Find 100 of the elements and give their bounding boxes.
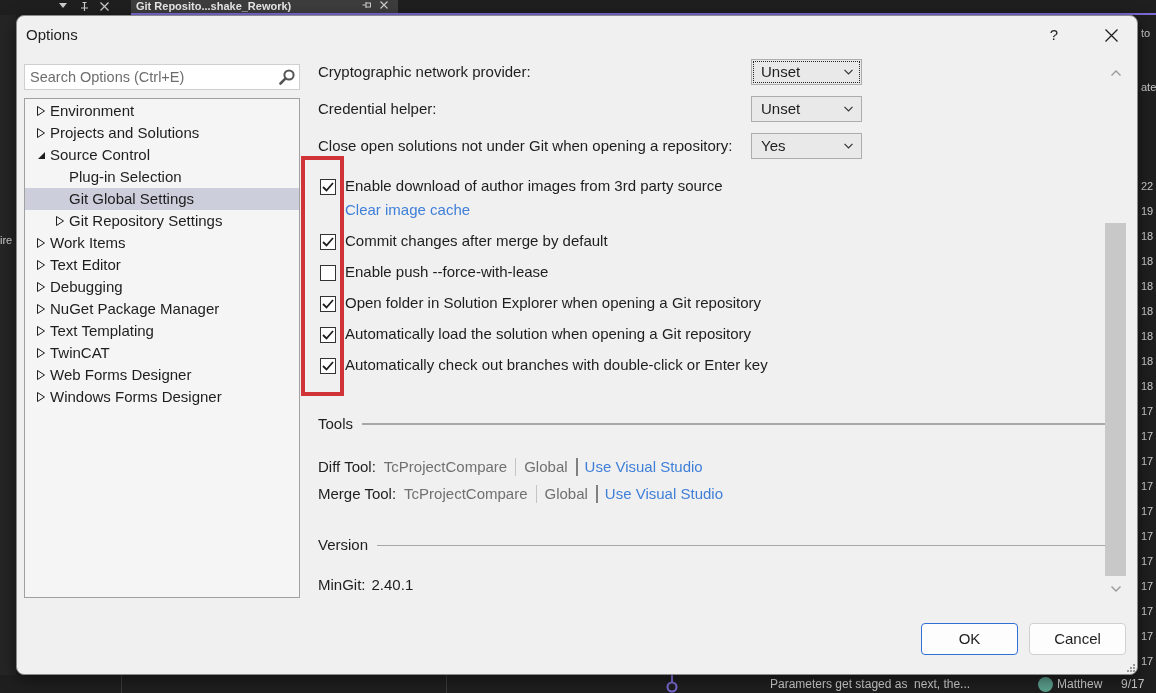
tool-scope: Global — [544, 483, 588, 504]
setting-label: Close open solutions not under Git when opening a repository: — [318, 135, 734, 156]
document-tab[interactable]: Git Reposito...shake_Rework) — [131, 0, 398, 13]
table-cell-text: 17 — [1141, 654, 1155, 669]
tool-name: TcProjectCompare — [383, 456, 508, 477]
tree-item[interactable]: Plug-in Selection — [25, 166, 299, 188]
table-cell-text: 17 — [1141, 504, 1155, 519]
tree-item[interactable]: Source Control — [25, 144, 299, 166]
collapsed-arrow-icon[interactable] — [37, 348, 45, 358]
version-label: MinGit: — [318, 574, 366, 595]
tree-item[interactable]: Work Items — [25, 232, 299, 254]
table-cell-text: 17 — [1141, 404, 1155, 419]
tree-item[interactable]: Environment — [25, 100, 299, 122]
help-button[interactable]: ? — [1032, 20, 1076, 50]
resize-grip-icon[interactable] — [1126, 663, 1135, 672]
avatar-icon — [1038, 676, 1053, 692]
chevron-down-icon[interactable] — [59, 3, 67, 8]
collapsed-arrow-icon[interactable] — [37, 326, 45, 336]
chevron-down-icon — [844, 106, 853, 112]
close-icon — [1104, 28, 1118, 42]
table-cell-text: 19 — [1141, 204, 1155, 219]
section-heading: Version — [318, 534, 369, 555]
table-cell-text: 18 — [1141, 229, 1155, 244]
dropdown[interactable]: Yes — [751, 133, 862, 159]
checkbox[interactable] — [320, 295, 336, 312]
setting-label: Credential helper: — [318, 98, 438, 119]
checkbox-label: Enable push --force-with-lease — [345, 262, 549, 283]
commit-message: Parameters get staged as next, the... — [770, 676, 972, 693]
setting-label: Cryptographic network provider: — [318, 61, 532, 82]
collapsed-arrow-icon[interactable] — [37, 238, 45, 248]
table-cell-text: 17 — [1141, 579, 1155, 594]
table-cell-text: 18 — [1141, 329, 1155, 344]
table-cell-text: 17 — [1141, 529, 1155, 544]
tool-label: Diff Tool: — [318, 456, 376, 477]
tool-name: TcProjectCompare — [404, 483, 528, 504]
table-cell-text: 18 — [1141, 279, 1155, 294]
tree-item[interactable]: TwinCAT — [25, 342, 299, 364]
checkmark-icon — [322, 298, 334, 309]
checkmark-icon — [322, 181, 334, 192]
tree-item[interactable]: Git Global Settings — [25, 188, 299, 210]
dialog-button[interactable]: Cancel — [1029, 623, 1126, 655]
tree-item[interactable]: Text Editor — [25, 254, 299, 276]
collapsed-arrow-icon[interactable] — [37, 282, 45, 292]
checkbox[interactable] — [320, 233, 336, 250]
tree-item[interactable]: Text Templating — [25, 320, 299, 342]
table-cell-text: 22 — [1141, 179, 1155, 194]
link[interactable]: Use Visual Studio — [604, 482, 723, 506]
pin-icon[interactable] — [80, 2, 89, 11]
table-cell-text: 18 — [1141, 354, 1155, 369]
dropdown[interactable]: Unset — [751, 59, 862, 85]
checkbox-label: Commit changes after merge by default — [345, 231, 608, 252]
scrollbar-thumb[interactable] — [1105, 223, 1126, 576]
tree-item[interactable]: Debugging — [25, 276, 299, 298]
column-header: to — [1141, 26, 1152, 41]
pin-icon[interactable] — [362, 1, 371, 9]
close-icon[interactable] — [100, 2, 109, 11]
tab-title: Git Reposito...shake_Rework) — [136, 0, 292, 12]
commit-node-icon — [666, 675, 678, 693]
collapsed-arrow-icon[interactable] — [56, 216, 64, 226]
tree-item[interactable]: NuGet Package Manager — [25, 298, 299, 320]
commit-author: Matthew — [1057, 676, 1104, 693]
tool-label: Merge Tool: — [318, 483, 397, 504]
link[interactable]: Clear image cache — [345, 201, 471, 218]
checkbox-label: Open folder in Solution Explorer when opening a Git repository — [345, 293, 762, 314]
search-icon — [279, 69, 295, 85]
checkmark-icon — [322, 360, 334, 371]
tree-item[interactable]: Git Repository Settings — [25, 210, 299, 232]
chevron-down-icon — [844, 69, 853, 75]
checkbox[interactable] — [320, 264, 336, 281]
table-cell-text: 17 — [1141, 454, 1155, 469]
commit-date: 9/17 — [1121, 676, 1145, 693]
table-cell-text: 17 — [1141, 629, 1155, 644]
text-fragment: ire — [0, 233, 14, 248]
close-icon[interactable] — [380, 1, 388, 9]
collapsed-arrow-icon[interactable] — [37, 392, 45, 402]
tree-item[interactable]: Web Forms Designer — [25, 364, 299, 386]
table-cell-text: 17 — [1141, 604, 1155, 619]
collapsed-arrow-icon[interactable] — [37, 370, 45, 380]
dialog-button[interactable]: OK — [921, 623, 1018, 655]
table-cell-text: 18 — [1141, 304, 1155, 319]
expanded-arrow-icon[interactable] — [38, 151, 45, 159]
tool-scope: Global — [524, 456, 568, 477]
collapsed-arrow-icon[interactable] — [37, 260, 45, 270]
dropdown[interactable]: Unset — [751, 96, 862, 122]
version-value: 2.40.1 — [371, 574, 414, 595]
table-cell-text: 18 — [1141, 254, 1155, 269]
collapsed-arrow-icon[interactable] — [37, 106, 45, 116]
link[interactable]: Use Visual Studio — [584, 455, 703, 479]
table-cell-text: 18 — [1141, 379, 1155, 394]
chevron-down-icon — [844, 143, 853, 149]
checkbox[interactable] — [320, 357, 336, 374]
checkbox[interactable] — [320, 178, 336, 195]
tree-item[interactable]: Projects and Solutions — [25, 122, 299, 144]
column-header: ate — [1141, 80, 1156, 95]
checkbox[interactable] — [320, 326, 336, 343]
search-field[interactable]: Search Options (Ctrl+E) — [24, 64, 300, 90]
tree-item[interactable]: Windows Forms Designer — [25, 386, 299, 408]
checkmark-icon — [322, 236, 334, 247]
collapsed-arrow-icon[interactable] — [37, 128, 45, 138]
collapsed-arrow-icon[interactable] — [37, 304, 45, 314]
